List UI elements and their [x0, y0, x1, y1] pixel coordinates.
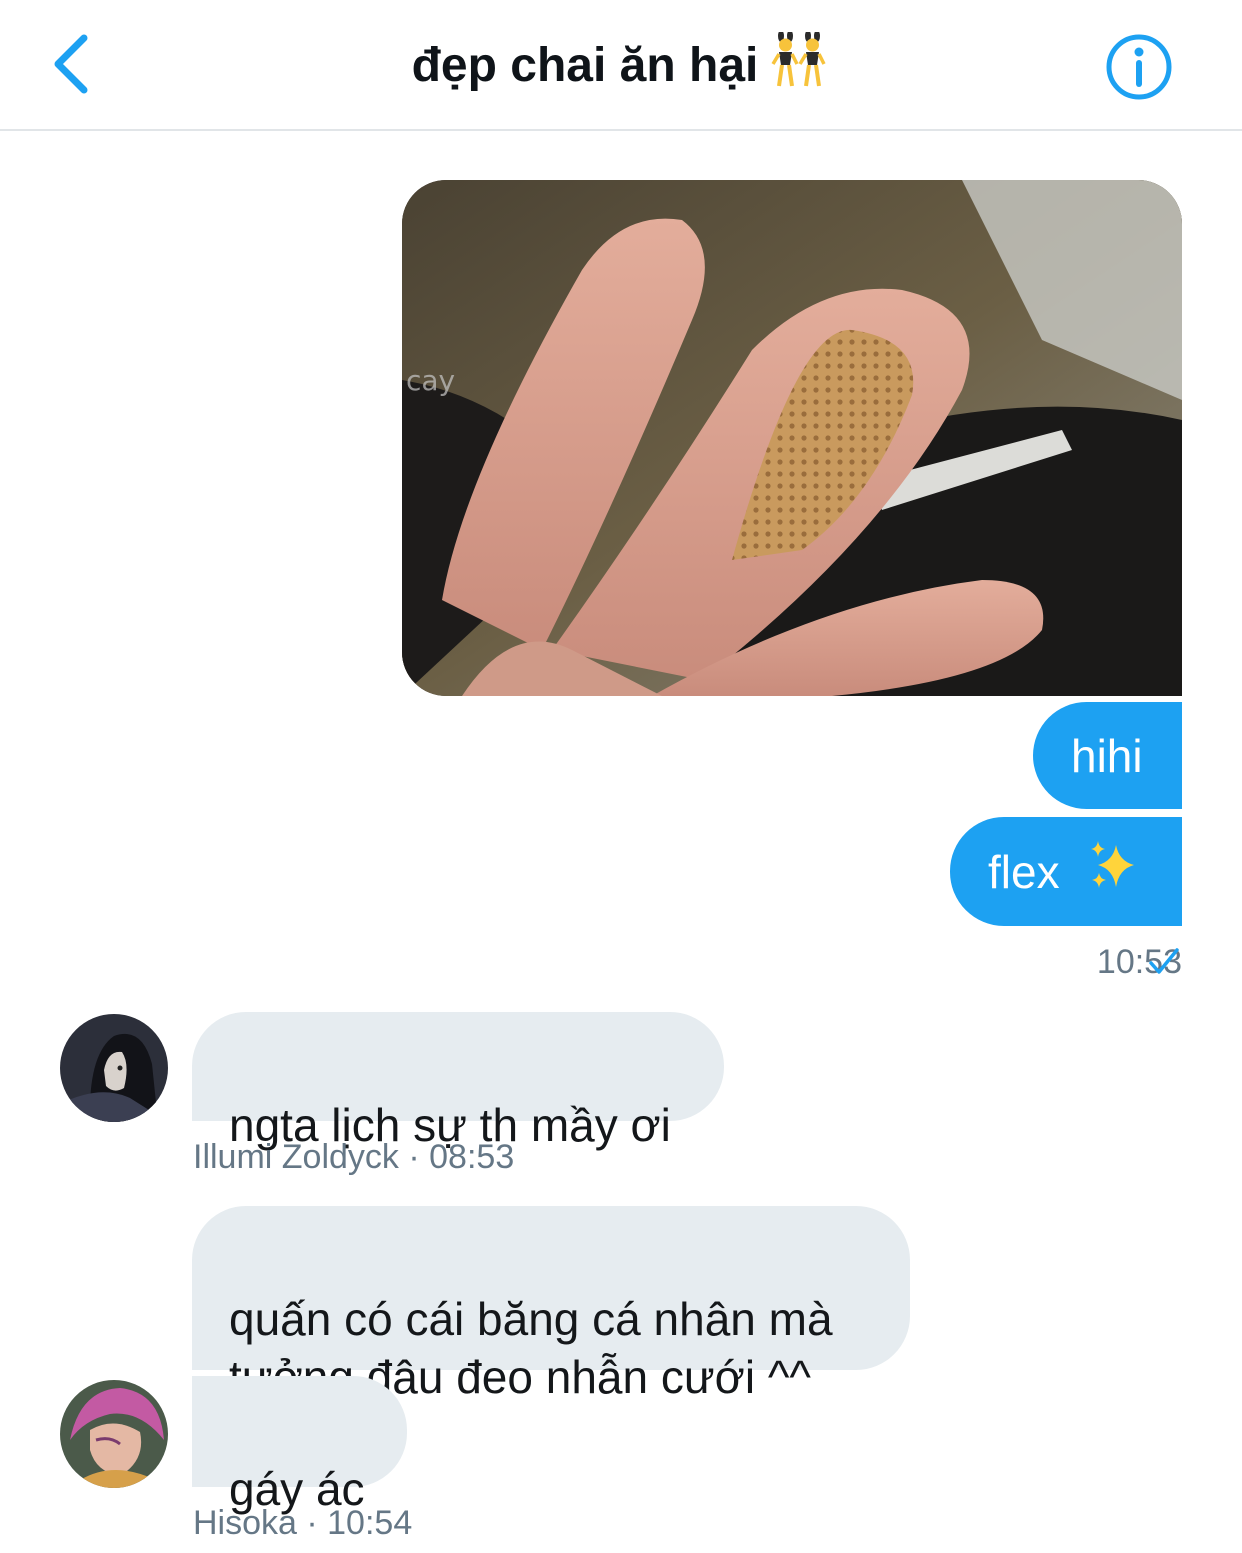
sparkles-emoji — [1086, 839, 1140, 905]
received-message[interactable]: gáy ác — [192, 1376, 407, 1515]
message-text: hihi — [1071, 730, 1143, 782]
sender-and-time: Hisoka · 10:54 — [193, 1504, 413, 1542]
checkmark-icon — [1149, 948, 1179, 974]
info-button[interactable] — [1104, 32, 1174, 102]
message-text: flex — [988, 846, 1073, 898]
received-message[interactable]: quấn có cái băng cá nhân mà tưởng đâu đe… — [192, 1206, 910, 1403]
bandaged-finger-photo: cay — [402, 180, 1182, 696]
sent-message[interactable]: hihi — [1033, 702, 1182, 809]
illumi-avatar-image — [60, 1014, 168, 1122]
info-icon — [1106, 34, 1172, 100]
sent-photo-message[interactable]: cay — [402, 180, 1182, 696]
avatar[interactable] — [60, 1014, 168, 1122]
conversation-title: đẹp chai ăn hại — [411, 39, 759, 93]
dancers-emoji — [768, 30, 830, 105]
sender-and-time: Illumi Zoldyck · 08:53 — [193, 1138, 515, 1176]
conversation-header: đẹp chai ăn hại — [0, 0, 1242, 131]
svg-text:cay: cay — [406, 364, 455, 397]
received-message[interactable]: ngta lịch sự th mầy ơi — [192, 1012, 724, 1151]
avatar[interactable] — [60, 1380, 168, 1488]
hisoka-avatar-image — [60, 1380, 168, 1488]
sent-message[interactable]: flex — [950, 817, 1182, 926]
conversation-title-row[interactable]: đẹp chai ăn hại — [0, 30, 1242, 105]
